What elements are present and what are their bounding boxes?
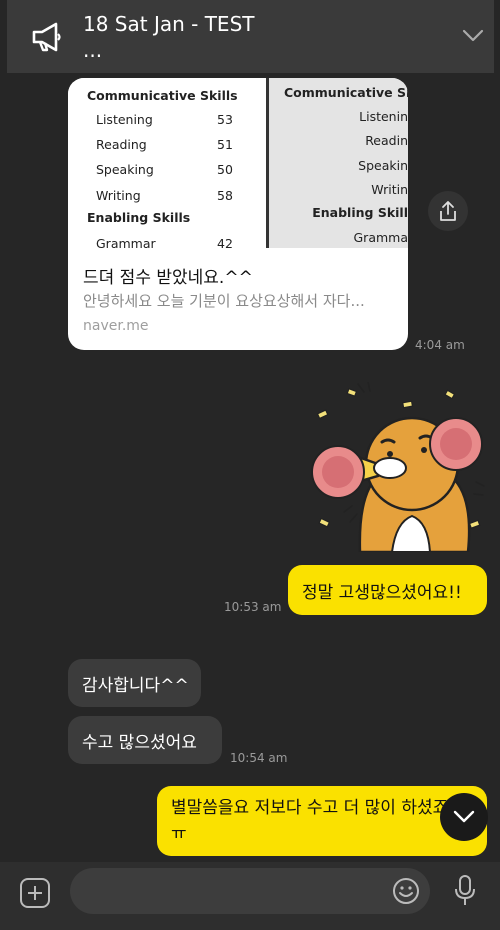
score-value: 58 <box>217 188 233 203</box>
score-value: 50 <box>217 162 233 177</box>
message-time: 10:54 am <box>230 751 288 765</box>
chevron-down-icon <box>453 810 475 823</box>
score-label: Gramma <box>353 230 409 245</box>
emoji-icon[interactable] <box>392 877 420 905</box>
plus-icon[interactable] <box>20 878 50 908</box>
notice-title: 18 Sat Jan - TEST <box>83 12 255 36</box>
cheering-lion-sticker <box>311 382 485 552</box>
score-label: Writin <box>371 182 408 197</box>
their-message-bubble[interactable]: 감사합니다^^ <box>68 659 201 707</box>
score-label: Grammar <box>96 236 156 248</box>
message-input[interactable] <box>70 868 430 914</box>
score-label: Speakin <box>358 158 408 173</box>
my-message-bubble[interactable]: 정말 고생많으셨어요!! <box>288 565 487 615</box>
link-host: naver.me <box>83 318 149 334</box>
message-time: 10:53 am <box>224 600 282 614</box>
score-heading: Communicative Skil <box>284 85 408 100</box>
share-icon <box>440 201 456 221</box>
scroll-to-bottom-button[interactable] <box>440 793 488 841</box>
chevron-down-icon[interactable] <box>461 27 485 45</box>
their-message-bubble[interactable]: 수고 많으셨어요 <box>68 716 222 764</box>
link-thumbnail: Communicative Skills Listening 53 Readin… <box>68 78 408 248</box>
score-value: 51 <box>217 137 233 152</box>
score-label: Reading <box>96 137 147 152</box>
message-text: 정말 고생많으셨어요!! <box>302 582 462 603</box>
score-heading: Communicative Skills <box>87 88 238 103</box>
score-panel-left: Communicative Skills Listening 53 Readin… <box>68 78 266 248</box>
share-button[interactable] <box>428 191 468 231</box>
score-label: Listenin <box>359 109 408 124</box>
link-preview-card[interactable]: Communicative Skills Listening 53 Readin… <box>68 78 408 350</box>
message-text: 감사합니다^^ <box>82 675 189 696</box>
message-text-line: ㅠ <box>171 824 187 844</box>
score-label: Writing <box>96 188 141 203</box>
megaphone-icon <box>32 22 61 52</box>
notice-subtitle: ... <box>83 38 103 62</box>
score-heading: Enabling Skills <box>87 210 191 225</box>
message-text-line: 별말씀을요 저보다 수고 더 많이 하셨죠 <box>171 798 449 818</box>
score-heading: Enabling Skill <box>312 205 408 220</box>
score-label: Readin <box>365 133 408 148</box>
mic-icon[interactable] <box>453 874 477 908</box>
score-value: 42 <box>217 236 233 248</box>
my-message-bubble[interactable]: 별말씀을요 저보다 수고 더 많이 하셨죠 ㅠ <box>157 786 487 856</box>
notice-bar[interactable]: 18 Sat Jan - TEST ... <box>7 0 494 73</box>
score-label: Listening <box>96 112 153 127</box>
link-title: 드뎌 점수 받았네요.^^ <box>83 268 253 288</box>
link-description: 안녕하세요 오늘 기분이 요상요상해서 자다... <box>83 292 365 310</box>
score-panel-right: Communicative Skil Listenin Readin Speak… <box>269 78 408 248</box>
message-text: 수고 많으셨어요 <box>82 732 197 753</box>
score-value: 53 <box>217 112 233 127</box>
score-label: Speaking <box>96 162 154 177</box>
message-time: 4:04 am <box>415 338 465 352</box>
